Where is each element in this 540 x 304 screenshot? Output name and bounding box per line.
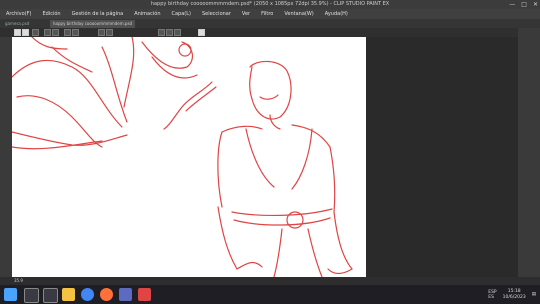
search-icon[interactable] — [24, 288, 39, 303]
chrome-icon[interactable] — [81, 288, 94, 301]
new-icon[interactable] — [14, 29, 21, 36]
clear-icon[interactable] — [64, 29, 71, 36]
tab-happy-birthday[interactable]: happy birthday cooooommmmdem.psd — [50, 20, 136, 28]
minimize-button[interactable]: — — [509, 0, 515, 9]
title-bar: happy birthday cooooommmmdem.psd* (2050 … — [0, 0, 540, 9]
explorer-icon[interactable] — [62, 288, 75, 301]
close-button[interactable]: ✕ — [533, 0, 538, 9]
undo-icon[interactable] — [44, 29, 51, 36]
photos-icon[interactable] — [119, 288, 132, 301]
workspace-background — [366, 37, 518, 277]
windows-icon[interactable] — [4, 288, 17, 301]
window-title: happy birthday cooooommmmdem.psd* (2050 … — [150, 1, 390, 7]
menu-ver[interactable]: Ver — [236, 9, 255, 19]
menu-ventana[interactable]: Ventana(W) — [278, 9, 318, 19]
zoom-readout: 35.9 — [14, 278, 23, 283]
maximize-button[interactable]: □ — [521, 0, 527, 9]
redo-icon[interactable] — [52, 29, 59, 36]
save-icon[interactable] — [32, 29, 39, 36]
command-bar — [0, 28, 540, 37]
menu-filtro[interactable]: Filtro — [255, 9, 278, 19]
taskbar: ESP ES 15:18 10/6/2023 ▤ — [0, 285, 540, 304]
document-tabs: gamesa.psd happy birthday cooooommmmdem.… — [0, 19, 540, 28]
system-tray: ESP ES 15:18 10/6/2023 ▤ — [488, 285, 536, 304]
menu-edicion[interactable]: Edición — [36, 9, 65, 19]
menu-gestion[interactable]: Gestión de la página — [66, 9, 129, 19]
menu-seleccionar[interactable]: Seleccionar — [196, 9, 236, 19]
status-bar: 35.9 — [0, 277, 540, 285]
menu-capa[interactable]: Capa(L) — [165, 9, 195, 19]
drawing-canvas[interactable] — [12, 37, 366, 277]
firefox-icon[interactable] — [100, 288, 113, 301]
left-panel — [0, 37, 12, 277]
menu-archivo[interactable]: Archivo(F) — [0, 9, 36, 19]
grid-icon[interactable] — [174, 29, 181, 36]
menu-bar: Archivo(F) Edición Gestión de la página … — [0, 9, 540, 19]
fill-icon[interactable] — [72, 29, 79, 36]
right-panel — [518, 28, 540, 277]
language-indicator[interactable]: ESP ES — [488, 290, 496, 300]
open-icon[interactable] — [22, 29, 29, 36]
clipstudio-icon[interactable] — [138, 288, 151, 301]
scale-icon[interactable] — [106, 29, 113, 36]
ruler-icon[interactable] — [166, 29, 173, 36]
notification-icon[interactable]: ▤ — [532, 292, 536, 297]
sketch-artwork — [12, 37, 353, 277]
menu-ayuda[interactable]: Ayuda(H) — [319, 9, 353, 19]
menu-animacion[interactable]: Animación — [128, 9, 165, 19]
clock[interactable]: 15:18 10/6/2023 — [503, 289, 526, 301]
clip-icon[interactable] — [198, 29, 205, 36]
snap-icon[interactable] — [158, 29, 165, 36]
transform-icon[interactable] — [98, 29, 105, 36]
tab-gamesa[interactable]: gamesa.psd — [2, 20, 32, 28]
taskview-icon[interactable] — [43, 288, 58, 303]
